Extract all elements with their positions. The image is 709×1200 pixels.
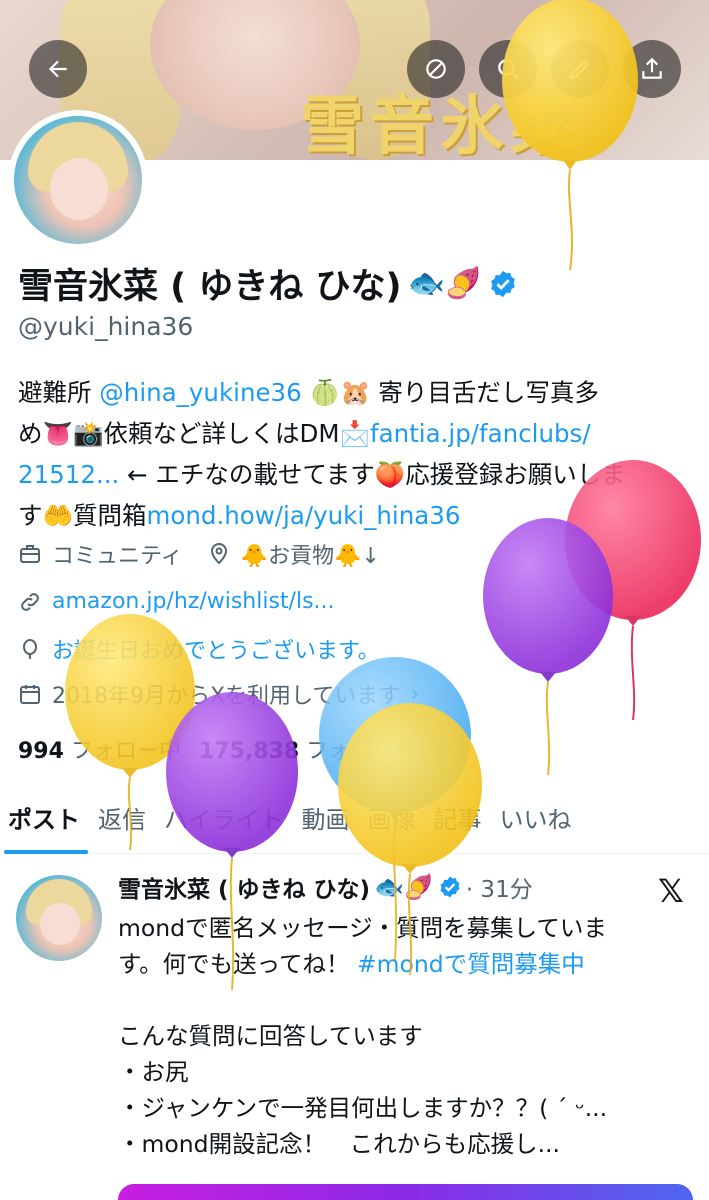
search-button[interactable] — [479, 40, 537, 98]
tweet-line: mondで匿名メッセージ・質問を募集していま — [118, 914, 607, 942]
profile-meta-category-location: コミュニティ 🐥お貢物🐥↓ — [18, 538, 380, 570]
following-count-link[interactable]: 994 フォロー中 — [18, 733, 181, 765]
bio-mond-link[interactable]: mond.how/ja/yuki_hina36 — [147, 501, 461, 530]
profile-bio: 避難所 @hina_yukine36 🍈🐹 寄り目舌だし写真多 め👅📸依頼など詳… — [18, 372, 698, 536]
tweet-author-name[interactable]: 雪音氷菜 ( ゆきね ひな) — [118, 870, 370, 904]
tab-posts[interactable]: ポスト — [4, 790, 88, 854]
profile-meta-birthday[interactable]: お誕生日おめでとうございます。 — [18, 633, 380, 665]
profile-meta-website[interactable]: amazon.jp/hz/wishlist/ls... — [18, 589, 335, 614]
briefcase-icon — [20, 545, 40, 563]
bio-text: ← エチなの載せてます🍑応援登録お願いしま — [119, 460, 626, 489]
profile-meta-joined[interactable]: 2018年9月からXを利用しています › — [18, 678, 419, 710]
circle-slash-icon — [426, 59, 446, 79]
share-upload-icon — [642, 57, 662, 79]
followers-count-link[interactable]: 175,838 フォロワー — [199, 733, 416, 765]
link-icon — [21, 592, 39, 611]
tab-likes[interactable]: いいね — [500, 790, 572, 854]
profile-location: 🐥お貢物🐥↓ — [240, 544, 380, 569]
location-pin-icon — [210, 543, 227, 565]
avatar-image — [14, 116, 142, 244]
bio-mention-link[interactable]: @hina_yukine36 — [99, 378, 301, 407]
tweet-hashtag-link[interactable]: #mondで質問募集中 — [357, 950, 585, 978]
follow-counts: 994 フォロー中 175,838 フォロワー — [18, 733, 416, 765]
bio-text: 🍈🐹 寄り目舌だし写真多 — [301, 378, 599, 407]
tab-replies[interactable]: 返信 — [98, 790, 146, 854]
display-name: 雪音氷菜 ( ゆきね ひな) — [18, 267, 402, 307]
joined-date: 2018年9月からXを利用しています — [52, 684, 401, 709]
tab-highlights[interactable]: ハイライト — [164, 790, 284, 854]
unfollow-sync-button[interactable] — [407, 40, 465, 98]
name-emojis: 🐟🍠 — [407, 266, 483, 301]
profile-avatar[interactable] — [8, 110, 148, 250]
x-logo-icon: 𝕏 — [658, 872, 684, 910]
chevron-right-icon: › — [410, 681, 420, 707]
tweet-header: 雪音氷菜 ( ゆきね ひな) 🐟🍠 · 31分 — [118, 870, 533, 904]
tab-videos[interactable]: 動画 — [302, 790, 350, 854]
tab-images[interactable]: 画像 — [368, 790, 416, 854]
verified-badge-icon — [440, 876, 460, 898]
tweet-time[interactable]: · 31分 — [466, 870, 533, 904]
followers-label: フォロワー — [306, 739, 417, 764]
following-label: フォロー中 — [70, 739, 181, 764]
tweet-avatar[interactable] — [16, 875, 102, 961]
arrow-left-icon — [48, 60, 67, 78]
search-icon — [498, 59, 519, 80]
tweet-link-card[interactable] — [118, 1184, 693, 1200]
verified-badge-icon[interactable] — [488, 269, 518, 299]
profile-category: コミュニティ — [52, 544, 183, 569]
tab-articles[interactable]: 記事 — [434, 790, 482, 854]
birthday-message[interactable]: お誕生日おめでとうございます。 — [52, 633, 380, 665]
bio-fantia-link[interactable]: fantia.jp/fanclubs/ — [370, 419, 591, 448]
pencil-icon — [569, 59, 590, 80]
followers-count: 175,838 — [198, 739, 300, 764]
following-count: 994 — [18, 739, 64, 764]
calendar-icon — [20, 685, 40, 704]
profile-tabs: ポスト 返信 ハイライト 動画 画像 記事 いいね — [0, 790, 709, 854]
profile-website-link[interactable]: amazon.jp/hz/wishlist/ls... — [52, 589, 335, 614]
tweet-text[interactable]: mondで匿名メッセージ・質問を募集していま す。何でも送ってね！ #mondで… — [118, 910, 700, 1162]
tweet-author-emojis: 🐟🍠 — [374, 873, 434, 901]
balloon-purple — [483, 518, 613, 776]
bio-text: 避難所 — [18, 378, 100, 407]
bio-text: め👅📸依頼など詳しくはDM📩 — [18, 419, 371, 448]
share-button[interactable] — [623, 40, 681, 98]
balloon-icon — [23, 639, 37, 659]
tweet-line: ・mond開設記念！ これからも応援し... — [118, 1130, 560, 1158]
bio-fantia-link-cont[interactable]: 21512... — [18, 460, 119, 489]
tweet-line: す。何でも送ってね！ — [118, 950, 357, 978]
back-button[interactable] — [29, 40, 87, 98]
bio-text: す🤲質問箱 — [18, 501, 147, 530]
edit-button[interactable] — [551, 40, 609, 98]
profile-name-row: 雪音氷菜 ( ゆきね ひな) 🐟🍠 — [18, 258, 518, 309]
tweet-line: ・お尻 — [118, 1058, 189, 1086]
tweet-line: こんな質問に回答しています — [118, 1022, 423, 1050]
profile-handle: @yuki_hina36 — [18, 312, 194, 341]
tweet-line: ・ジャンケンで一発目何出しますか？？( ´ ᵕ... — [118, 1094, 608, 1122]
